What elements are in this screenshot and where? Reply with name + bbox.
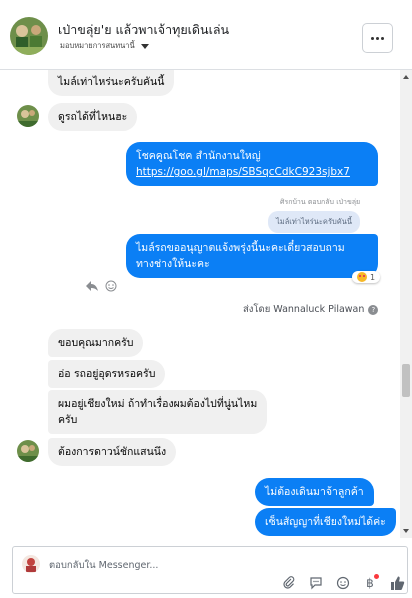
quoted-message[interactable]: ไมล์เท่าไหร่นะครับคันนี้ — [268, 211, 361, 233]
contact-avatar[interactable] — [10, 17, 48, 55]
assign-conversation-dropdown[interactable]: มอบหมายการสนทนานี้ — [60, 40, 149, 52]
paperclip-icon[interactable] — [281, 575, 297, 591]
caret-down-icon — [140, 44, 149, 49]
more-options-button[interactable] — [362, 23, 393, 53]
incoming-message: ไมล์เท่าไหร่นะครับคันนี้ — [48, 70, 175, 96]
help-icon[interactable]: ? — [368, 304, 379, 315]
incoming-message: อ่อ รถอยู่อุดรหรอครับ — [48, 360, 166, 388]
composer: ตอบกลับใน Messenger... ฿ — [0, 538, 412, 598]
scroll-up-icon[interactable] — [403, 75, 409, 79]
message-text: ทางช่างให้นะคะ — [136, 258, 210, 270]
page-avatar — [22, 555, 40, 573]
reply-context-label: ศิรกบ้าน ตอบกลับ เป่าขลุ่ย — [280, 198, 361, 206]
scroll-thumb[interactable] — [402, 364, 410, 397]
reply-input[interactable]: ตอบกลับใน Messenger... ฿ — [12, 546, 408, 594]
outgoing-message: ไม่ต้องเดินมาจ้าลูกค้า — [255, 478, 374, 506]
incoming-message: ดูรถได้ที่ไหนฮะ — [48, 103, 138, 131]
incoming-message: ต้องการดาวน์ชักแสนนึง — [48, 438, 177, 466]
sent-by-text: ส่งโดย Wannaluck Pilawan — [243, 304, 365, 315]
smiley-icon[interactable] — [105, 280, 117, 295]
menu-dots-icon — [371, 36, 374, 40]
outgoing-message: โชคคูณโชค สำนักงานใหญ่ https://goo.gl/ma… — [126, 142, 378, 186]
message-text: ไมล์รถขออนุญาตแจ้งพรุ่งนี้นะคะเดี๋ยวสอบถ… — [136, 242, 345, 254]
scroll-down-icon[interactable] — [403, 529, 409, 533]
gif-icon[interactable] — [308, 575, 324, 591]
conversation-title: เป่าขลุ่ย'ย แล้วพาเจ้าทุยเดินเล่น — [58, 22, 230, 37]
heart-eyes-reaction-icon — [357, 272, 367, 282]
incoming-message: ขอบคุณมากครับ — [48, 329, 144, 357]
reply-arrow-icon[interactable] — [85, 280, 99, 295]
message-actions — [85, 280, 117, 295]
reply-placeholder: ตอบกลับใน Messenger... — [49, 560, 159, 571]
baht-icon[interactable]: ฿ — [362, 574, 379, 591]
thumbs-up-icon[interactable] — [389, 575, 405, 591]
emoji-icon[interactable] — [335, 575, 351, 591]
map-link[interactable]: https://goo.gl/maps/SBSqcCdkC923sjbx7 — [136, 166, 350, 178]
assign-conversation-label: มอบหมายการสนทนานี้ — [60, 41, 135, 50]
outgoing-message: ไมล์รถขออนุญาตแจ้งพรุ่งนี้นะคะเดี๋ยวสอบถ… — [126, 234, 378, 278]
message-text: โชคคูณโชค สำนักงานใหญ่ — [136, 150, 261, 162]
sent-by-label: ส่งโดย Wannaluck Pilawan ? — [243, 302, 379, 317]
conversation-header: เป่าขลุ่ย'ย แล้วพาเจ้าทุยเดินเล่น มอบหมา… — [0, 0, 412, 70]
notification-dot — [374, 574, 379, 579]
contact-avatar-small — [17, 440, 39, 462]
composer-tools: ฿ — [281, 574, 405, 592]
reaction-count: 1 — [370, 272, 376, 282]
outgoing-message: เซ็นสัญญาที่เชียงใหม่ได้ค่ะ — [255, 508, 396, 536]
incoming-message: ผมอยู่เชียงใหม่ ถ้าทำเรื่องผมต้องไปที่นู… — [48, 390, 268, 434]
message-text: ผมอยู่เชียงใหม่ ถ้าทำเรื่องผมต้องไปที่นู… — [58, 398, 258, 410]
contact-avatar-small — [17, 105, 39, 127]
message-thread[interactable]: ไมล์เท่าไหร่นะครับคันนี้ ดูรถได้ที่ไหนฮะ… — [0, 70, 412, 538]
thread-scrollbar[interactable] — [400, 70, 412, 538]
message-text: ครับ — [58, 414, 78, 426]
message-reaction[interactable]: 1 — [352, 271, 381, 283]
